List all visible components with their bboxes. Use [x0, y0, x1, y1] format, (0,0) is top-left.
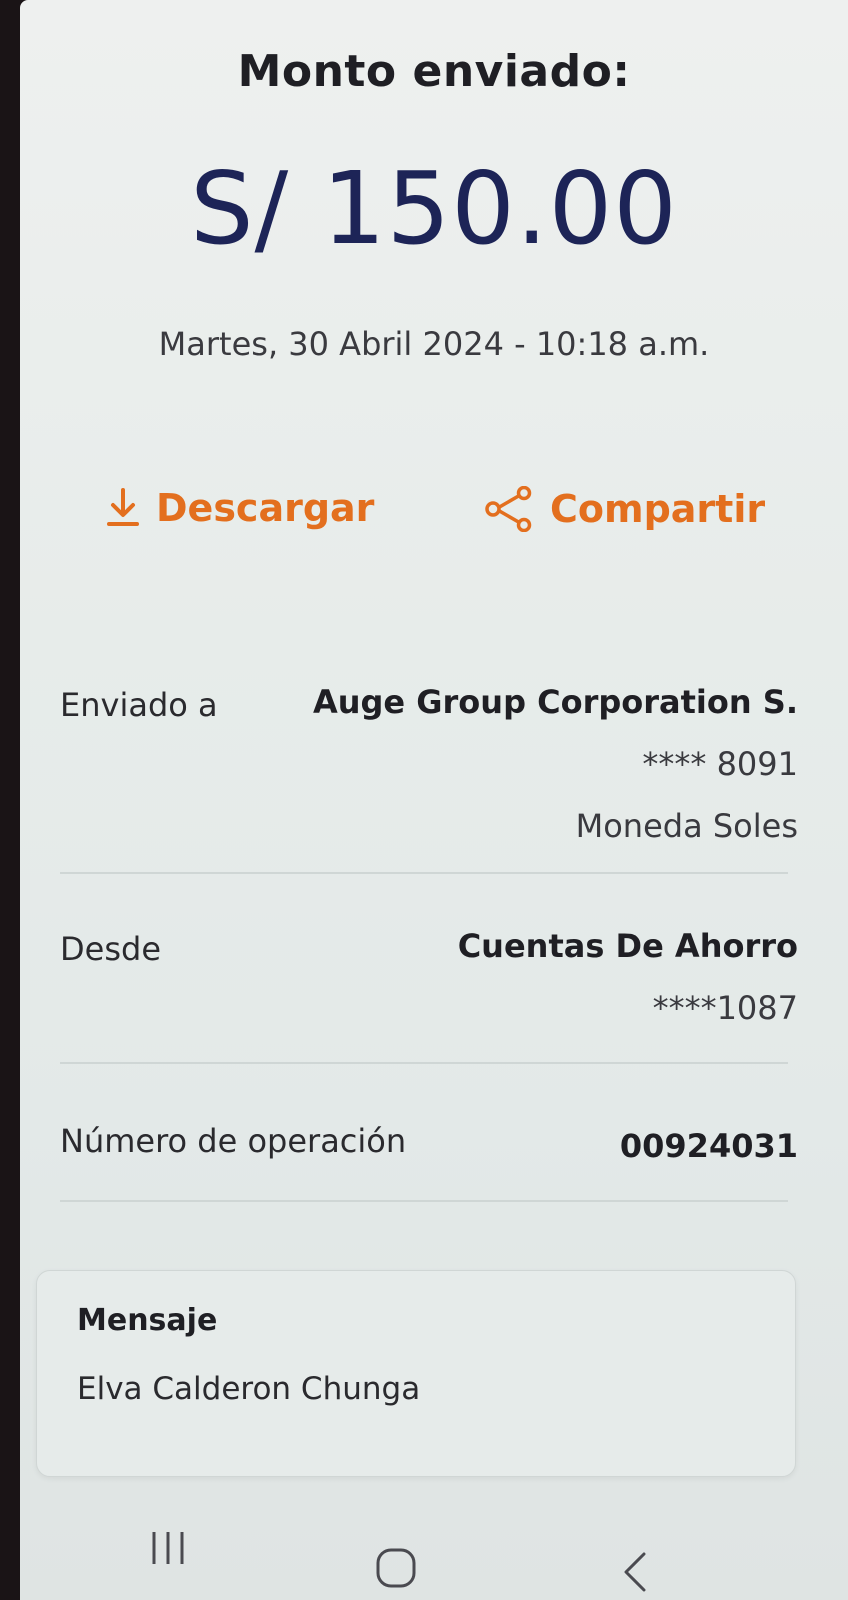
divider [60, 872, 788, 874]
message-card: Mensaje Elva Calderon Chunga [36, 1270, 796, 1477]
operation-label: Número de operación [60, 1122, 407, 1160]
amount-value: S/ 150.00 [190, 150, 678, 267]
home-icon [374, 1548, 418, 1594]
recipient-name: Auge Group Corporation S. [312, 683, 798, 721]
share-icon [484, 486, 534, 532]
recent-apps-icon [148, 1532, 188, 1572]
download-label: Descargar [156, 486, 375, 530]
source-account-type: Cuentas De Ahorro [457, 927, 798, 965]
transaction-datetime: Martes, 30 Abril 2024 - 10:18 a.m. [158, 325, 710, 363]
recipient-currency: Moneda Soles [575, 807, 798, 845]
divider [60, 1200, 788, 1202]
recent-apps-button[interactable] [148, 1528, 188, 1572]
operation-number: 00924031 [619, 1127, 798, 1165]
share-label: Compartir [550, 487, 766, 531]
receipt-screen: Monto enviado: S/ 150.00 Martes, 30 Abri… [20, 0, 848, 1600]
action-bar: Descargar Compartir [20, 486, 848, 546]
share-button[interactable]: Compartir [484, 486, 765, 532]
source-label: Desde [60, 930, 161, 968]
message-text: Elva Calderon Chunga [77, 1371, 421, 1407]
source-row: Desde Cuentas De Ahorro ****1087 [60, 930, 798, 1040]
recipient-account: **** 8091 [642, 745, 798, 783]
system-nav-bar [20, 1510, 848, 1600]
recipient-values: Auge Group Corporation S. **** 8091 Mone… [313, 686, 798, 872]
source-account: ****1087 [652, 989, 798, 1027]
back-icon [620, 1552, 650, 1598]
download-icon [106, 488, 140, 528]
home-button[interactable] [374, 1546, 418, 1594]
divider [60, 1062, 788, 1064]
operation-row: Número de operación 00924031 [60, 1122, 798, 1182]
recipient-label: Enviado a [60, 686, 218, 724]
operation-values: 00924031 [620, 1122, 798, 1192]
source-values: Cuentas De Ahorro ****1087 [458, 930, 798, 1054]
page-title: Monto enviado: [237, 46, 631, 97]
download-button[interactable]: Descargar [106, 486, 374, 530]
recipient-row: Enviado a Auge Group Corporation S. ****… [60, 686, 798, 846]
message-label: Mensaje [77, 1303, 218, 1338]
back-button[interactable] [620, 1550, 650, 1598]
